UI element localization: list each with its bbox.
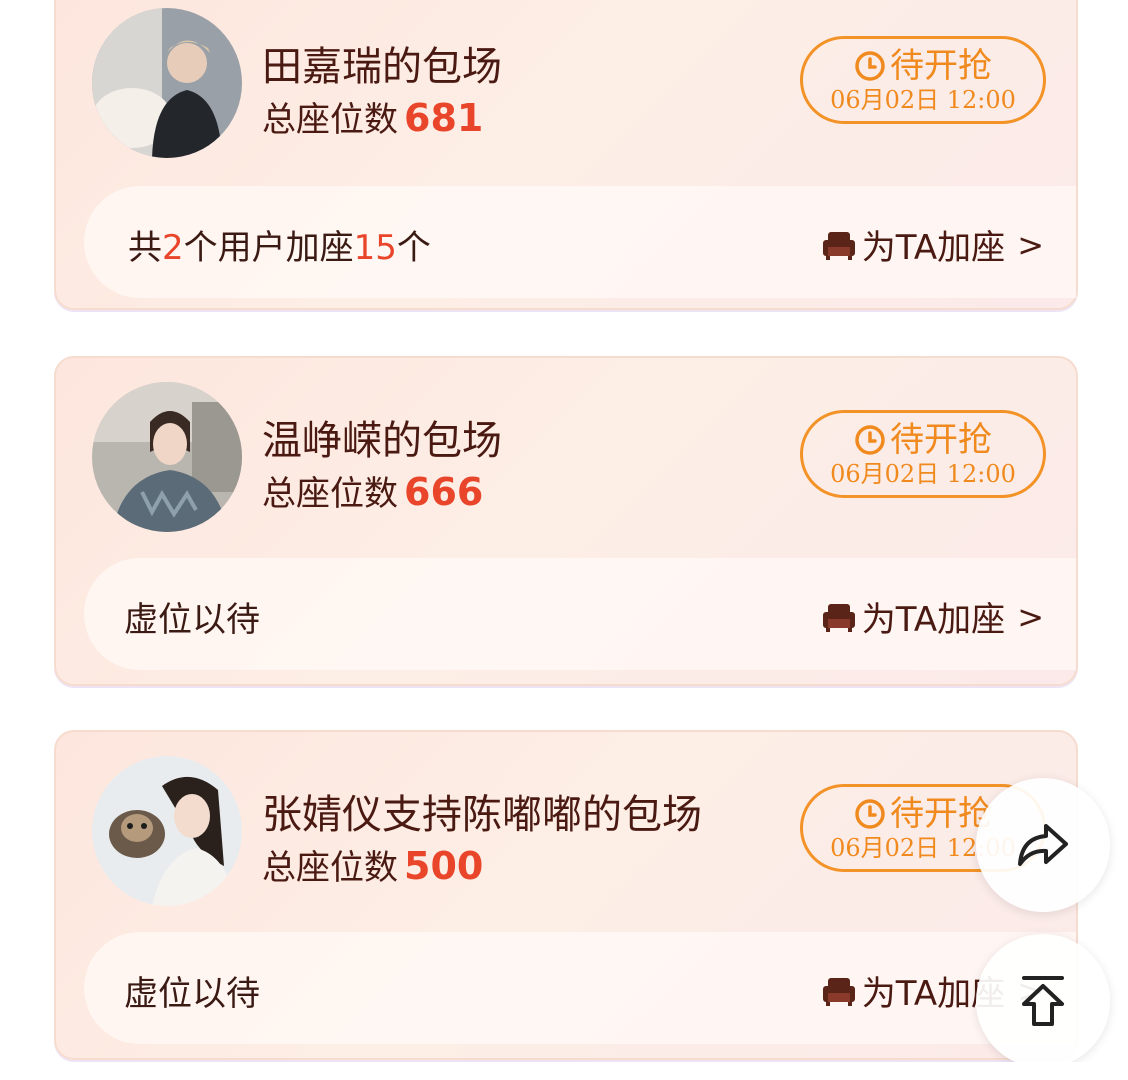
bottom-bar: 虚位以待 为TA加座 > bbox=[84, 558, 1076, 670]
total-seats: 总座位数 666 bbox=[262, 466, 483, 515]
screening-card[interactable]: 温峥嵘的包场 总座位数 666 待开抢 06月02日 12:00 虚位以待 为TA… bbox=[54, 356, 1078, 686]
avatar-image bbox=[92, 8, 242, 158]
add-seat-summary: 虚位以待 bbox=[124, 974, 260, 1014]
sofa-icon bbox=[822, 603, 855, 632]
chevron-right-icon: > bbox=[1017, 597, 1044, 636]
status-time: 06月02日 12:00 bbox=[830, 460, 1016, 488]
add-seat-button[interactable]: 为TA加座 > bbox=[822, 592, 1044, 641]
total-seats-value: 666 bbox=[404, 470, 484, 514]
clock-icon bbox=[855, 799, 885, 829]
screening-card[interactable]: 张婧仪支持陈嘟嘟的包场 总座位数 500 待开抢 06月02日 12:00 虚位以… bbox=[54, 730, 1078, 1060]
add-seat-label: 为TA加座 bbox=[861, 228, 1006, 268]
total-seats-value: 681 bbox=[404, 96, 484, 140]
sofa-icon bbox=[822, 231, 855, 260]
status-pill[interactable]: 待开抢 06月02日 12:00 bbox=[800, 410, 1046, 498]
back-to-top-button[interactable] bbox=[976, 934, 1110, 1068]
screening-title: 温峥嵘的包场 bbox=[262, 418, 502, 464]
summary-prefix: 共 bbox=[128, 228, 162, 268]
bottom-bar: 共2个用户加座15个 为TA加座 > bbox=[84, 186, 1076, 298]
total-seats: 总座位数 681 bbox=[262, 92, 483, 141]
total-seats-label: 总座位数 bbox=[262, 474, 398, 514]
clock-icon bbox=[855, 425, 885, 455]
summary-mid: 个用户加座 bbox=[183, 228, 354, 268]
add-seat-button[interactable]: 为TA加座 > bbox=[822, 220, 1044, 269]
avatar bbox=[92, 756, 242, 906]
add-seat-label: 为TA加座 bbox=[861, 600, 1006, 640]
bottom-bar: 虚位以待 为TA加座 > bbox=[84, 932, 1076, 1044]
status-pill[interactable]: 待开抢 06月02日 12:00 bbox=[800, 36, 1046, 124]
page-bottom bbox=[0, 1062, 1128, 1080]
screening-card[interactable]: 田嘉瑞的包场 总座位数 681 待开抢 06月02日 12:00 共2个用户加座1… bbox=[54, 0, 1078, 310]
summary-seats-count: 15 bbox=[353, 228, 397, 268]
screening-title: 张婧仪支持陈嘟嘟的包场 bbox=[262, 792, 702, 838]
add-seat-summary: 共2个用户加座15个 bbox=[128, 220, 431, 269]
status-time: 06月02日 12:00 bbox=[830, 86, 1016, 114]
share-icon bbox=[1018, 824, 1068, 866]
clock-icon bbox=[855, 51, 885, 81]
total-seats-label: 总座位数 bbox=[262, 100, 398, 140]
chevron-right-icon: > bbox=[1017, 225, 1044, 264]
summary-users-count: 2 bbox=[162, 228, 184, 268]
screening-title: 田嘉瑞的包场 bbox=[262, 44, 502, 90]
share-button[interactable] bbox=[976, 778, 1110, 912]
summary-suffix: 个 bbox=[396, 228, 431, 268]
avatar bbox=[92, 382, 242, 532]
back-to-top-icon bbox=[1022, 976, 1064, 1026]
total-seats-label: 总座位数 bbox=[262, 848, 398, 888]
sofa-icon bbox=[822, 977, 855, 1006]
total-seats: 总座位数 500 bbox=[262, 840, 483, 889]
avatar-image bbox=[92, 756, 242, 906]
total-seats-value: 500 bbox=[404, 844, 484, 888]
avatar-image bbox=[92, 382, 242, 532]
status-text: 待开抢 bbox=[890, 420, 992, 460]
status-text: 待开抢 bbox=[890, 794, 992, 834]
status-text: 待开抢 bbox=[890, 46, 992, 86]
add-seat-summary: 虚位以待 bbox=[124, 600, 260, 640]
avatar bbox=[92, 8, 242, 158]
